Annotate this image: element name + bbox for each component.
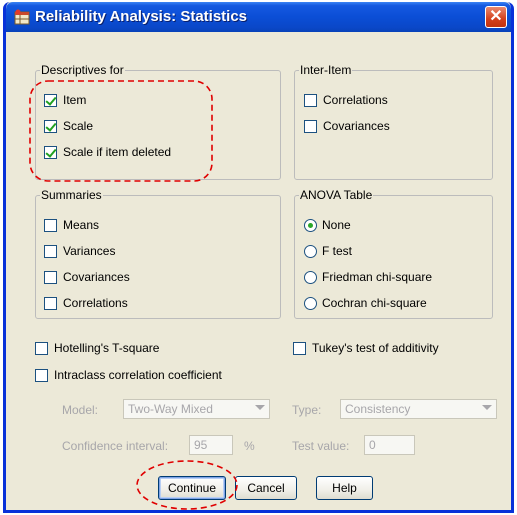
summaries-correlations-checkbox[interactable]: Correlations	[44, 296, 128, 310]
checkbox-box[interactable]	[44, 296, 57, 310]
percent-unit-label: %	[244, 439, 255, 453]
inter-item-legend: Inter-Item	[299, 63, 353, 77]
close-button[interactable]: ✕	[485, 6, 507, 28]
hotelling-checkbox[interactable]: Hotelling's T-square	[35, 341, 159, 355]
inter-item-covariances-checkbox[interactable]: Covariances	[304, 119, 390, 133]
covariances-label: Covariances	[323, 119, 390, 133]
test-value-label: Test value:	[292, 439, 350, 453]
correlations-label: Correlations	[63, 296, 128, 310]
confidence-interval-label: Confidence interval:	[62, 439, 169, 453]
summaries-covariances-checkbox[interactable]: Covariances	[44, 270, 130, 284]
model-label: Model:	[62, 403, 99, 417]
intraclass-label: Intraclass correlation coefficient	[54, 368, 222, 382]
tukey-label: Tukey's test of additivity	[312, 341, 439, 355]
spss-table-icon	[14, 9, 30, 25]
summaries-legend: Summaries	[40, 188, 103, 202]
anova-legend: ANOVA Table	[299, 188, 374, 202]
correlations-label: Correlations	[323, 93, 388, 107]
checkbox-box[interactable]	[293, 341, 306, 355]
covariances-label: Covariances	[63, 270, 130, 284]
none-label: None	[322, 218, 351, 232]
inter-item-correlations-checkbox[interactable]: Correlations	[304, 93, 388, 107]
summaries-means-checkbox[interactable]: Means	[44, 218, 99, 232]
checkbox-box[interactable]	[304, 119, 317, 133]
checkbox-box[interactable]	[44, 218, 57, 232]
radio-button[interactable]	[304, 296, 317, 310]
test-value-input[interactable]: 0	[364, 435, 415, 455]
means-label: Means	[63, 218, 100, 232]
type-dropdown[interactable]: Consistency	[340, 399, 497, 419]
cancel-button[interactable]: Cancel	[235, 476, 297, 500]
checkbox-box[interactable]	[35, 368, 48, 382]
radio-button[interactable]	[304, 270, 317, 284]
anova-friedman-radio[interactable]: Friedman chi-square	[304, 270, 432, 284]
checkbox-box[interactable]	[304, 93, 317, 107]
anova-f-test-radio[interactable]: F test	[304, 244, 352, 258]
help-button[interactable]: Help	[316, 476, 373, 500]
tukey-checkbox[interactable]: Tukey's test of additivity	[293, 341, 439, 355]
variances-label: Variances	[63, 244, 116, 258]
anova-none-radio[interactable]: None	[304, 218, 351, 232]
hotelling-label: Hotelling's T-square	[54, 341, 160, 355]
chevron-down-icon	[482, 405, 492, 410]
anova-cochran-radio[interactable]: Cochran chi-square	[304, 296, 427, 310]
checkbox-box[interactable]	[35, 341, 48, 355]
cochran-label: Cochran chi-square	[322, 296, 427, 310]
friedman-label: Friedman chi-square	[322, 270, 433, 284]
f-test-label: F test	[322, 244, 353, 258]
model-value: Two-Way Mixed	[128, 402, 213, 416]
reliability-statistics-dialog: Reliability Analysis: Statistics ✕ Descr…	[3, 2, 514, 513]
intraclass-checkbox[interactable]: Intraclass correlation coefficient	[35, 368, 222, 382]
type-value: Consistency	[345, 402, 411, 416]
title-bar[interactable]: Reliability Analysis: Statistics ✕	[6, 2, 511, 32]
summaries-variances-checkbox[interactable]: Variances	[44, 244, 115, 258]
confidence-interval-input[interactable]: 95	[189, 435, 233, 455]
type-label: Type:	[292, 403, 322, 417]
continue-highlight-annotation	[136, 460, 238, 510]
descriptives-highlight-annotation	[29, 80, 213, 182]
checkbox-box[interactable]	[44, 270, 57, 284]
confidence-interval-value: 95	[194, 438, 208, 452]
test-value-value: 0	[369, 438, 376, 452]
model-dropdown[interactable]: Two-Way Mixed	[123, 399, 270, 419]
chevron-down-icon	[255, 405, 265, 410]
close-icon: ✕	[489, 8, 503, 25]
descriptives-legend: Descriptives for	[40, 63, 125, 77]
checkbox-box[interactable]	[44, 244, 57, 258]
radio-button[interactable]	[304, 218, 317, 232]
radio-button[interactable]	[304, 244, 317, 258]
window-title: Reliability Analysis: Statistics	[35, 8, 248, 25]
